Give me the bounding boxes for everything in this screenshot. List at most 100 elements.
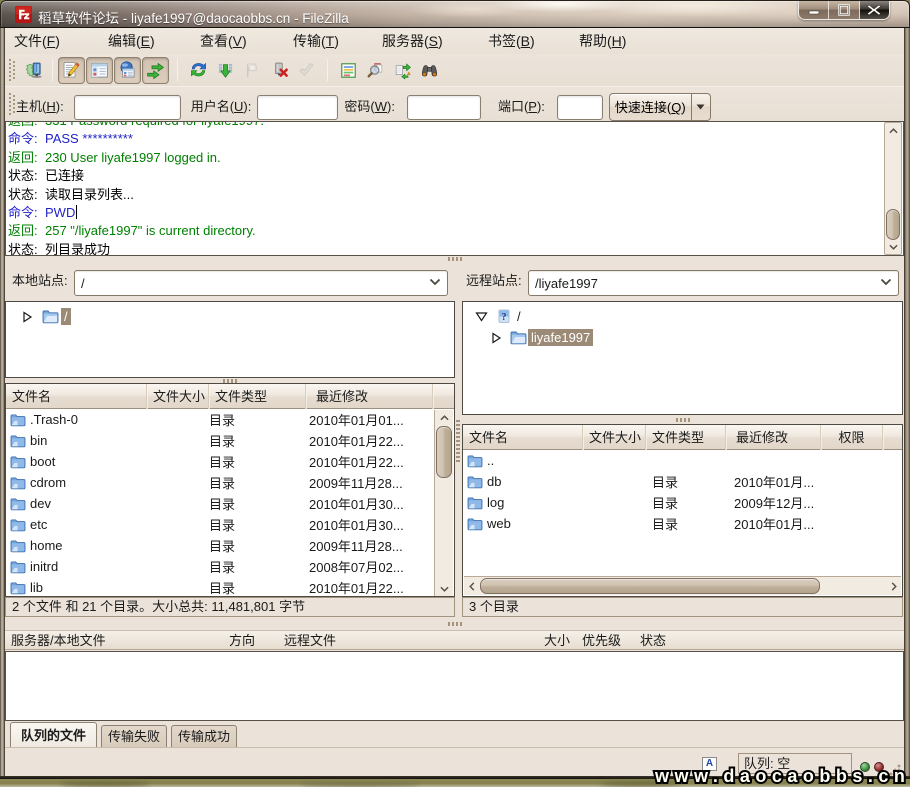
toggle-remote-tree-button[interactable] (114, 57, 141, 84)
log-scrollbar[interactable] (884, 122, 902, 255)
local-file-row[interactable]: cdrom 目录 2009年11月28... (6, 472, 433, 493)
log-scrollbar-thumb[interactable] (886, 209, 900, 240)
queue-list[interactable] (5, 651, 904, 721)
titlebar[interactable]: 稻草软件论坛 - liyafe1997@daocaobbs.cn - FileZ… (0, 0, 910, 28)
queue-tab[interactable]: 传输成功 (171, 725, 237, 747)
menu-item[interactable]: 编辑(E) (93, 28, 185, 54)
minimize-button[interactable] (799, 1, 829, 19)
remote-list-hscrollbar[interactable] (464, 576, 901, 595)
expander-collapsed-icon[interactable] (22, 311, 33, 323)
scroll-left-icon[interactable] (464, 577, 479, 595)
local-file-row[interactable]: initrd 目录 2008年07月02... (6, 556, 433, 577)
remote-tree-node-root[interactable]: / (514, 308, 524, 325)
combo-arrow-icon[interactable] (880, 278, 892, 286)
local-file-row[interactable]: lib 目录 2010年01月22... (6, 577, 433, 596)
remote-file-list[interactable]: 文件名 文件大小 文件类型 最近修改 权限 .. db (462, 424, 903, 597)
expander-collapsed-icon[interactable] (491, 332, 502, 344)
toggle-local-tree-button[interactable] (86, 57, 113, 84)
remote-splitter-grip[interactable] (676, 418, 690, 422)
directory-comparison-icon (366, 61, 385, 80)
local-file-row[interactable]: bin 目录 2010年01月22... (6, 430, 433, 451)
local-tree-row[interactable]: / (6, 306, 454, 327)
column-header-filesize[interactable]: 文件大小 (583, 425, 646, 450)
column-header-filetype[interactable]: 文件类型 (209, 384, 306, 409)
toolbar-grip[interactable] (8, 59, 16, 81)
local-list-scrollbar-thumb[interactable] (436, 426, 452, 478)
find-files-button[interactable] (416, 57, 443, 84)
column-header-modified[interactable]: 最近修改 (726, 425, 821, 450)
cancel-button[interactable] (239, 57, 266, 84)
remote-tree-row-child[interactable]: liyafe1997 (463, 327, 902, 348)
refresh-button[interactable] (185, 57, 212, 84)
local-file-row[interactable]: etc 目录 2010年01月30... (6, 514, 433, 535)
column-header-filename[interactable]: 文件名 (463, 425, 583, 450)
scroll-up-icon[interactable] (435, 410, 453, 425)
remote-file-row[interactable]: log 目录 2009年12月... (463, 492, 902, 513)
reconnect-button[interactable] (293, 57, 320, 84)
local-file-row[interactable]: home 目录 2009年11月28... (6, 535, 433, 556)
vertical-splitter-grip[interactable] (456, 420, 460, 464)
directory-comparison-button[interactable] (362, 57, 389, 84)
column-header-filetype[interactable]: 文件类型 (646, 425, 726, 450)
port-input[interactable] (557, 95, 603, 120)
local-file-row[interactable]: boot 目录 2010年01月22... (6, 451, 433, 472)
remote-file-row[interactable]: web 目录 2010年01月... (463, 513, 902, 534)
local-list-scrollbar[interactable] (434, 410, 453, 596)
scroll-right-icon[interactable] (886, 577, 901, 595)
menu-item[interactable]: 书签(B) (473, 28, 564, 54)
queue-tab[interactable]: 队列的文件 (10, 722, 97, 747)
host-input[interactable] (74, 95, 181, 120)
scroll-up-icon[interactable] (885, 123, 901, 138)
menu-item[interactable]: 帮助(H) (564, 28, 657, 54)
message-log[interactable]: 返回:331 Password required for liyafe1997.… (5, 121, 904, 256)
toggle-queue-button[interactable] (142, 57, 169, 84)
queue-tab[interactable]: 传输失败 (101, 725, 167, 747)
filter-button[interactable] (335, 57, 362, 84)
local-site-combobox[interactable]: / (74, 270, 448, 296)
expander-expanded-icon[interactable] (475, 311, 488, 322)
password-input[interactable] (407, 95, 481, 120)
remote-tree[interactable]: ? / liyafe1997 (462, 301, 903, 415)
local-tree-node-root[interactable]: / (61, 308, 71, 325)
queue-column-server-local-file[interactable]: 服务器/本地文件 (5, 631, 223, 649)
username-input[interactable] (257, 95, 338, 120)
local-tree[interactable]: / (5, 301, 455, 378)
log-splitter-grip[interactable] (448, 257, 462, 261)
column-header-filename[interactable]: 文件名 (6, 384, 147, 409)
menu-item[interactable]: 传输(T) (278, 28, 367, 54)
queue-column-size[interactable]: 大小 (530, 631, 576, 649)
local-file-list[interactable]: 文件名 文件大小 文件类型 最近修改 .Trash-0 目录 2010年01月0… (5, 383, 455, 597)
quickconnect-dropdown-button[interactable] (692, 93, 711, 121)
local-file-row[interactable]: .Trash-0 目录 2010年01月01... (6, 409, 433, 430)
site-manager-button[interactable] (20, 57, 47, 84)
toggle-message-log-button[interactable] (58, 57, 85, 84)
remote-tree-row-root[interactable]: ? / (463, 306, 902, 327)
scroll-down-icon[interactable] (885, 239, 901, 254)
disconnect-button[interactable] (266, 57, 293, 84)
queue-column-status[interactable]: 状态 (634, 631, 694, 649)
column-header-modified[interactable]: 最近修改 (306, 384, 433, 409)
process-queue-button[interactable] (212, 57, 239, 84)
remote-list-hscrollbar-thumb[interactable] (480, 578, 820, 594)
queue-column-remote-file[interactable]: 远程文件 (278, 631, 530, 649)
queue-column-priority[interactable]: 优先级 (576, 631, 634, 649)
synchronized-browsing-button[interactable] (389, 57, 416, 84)
scroll-down-icon[interactable] (435, 581, 453, 596)
combo-arrow-icon[interactable] (429, 278, 441, 286)
remote-site-combobox[interactable]: /liyafe1997 (528, 270, 899, 296)
menu-item[interactable]: 服务器(S) (367, 28, 473, 54)
remote-file-row[interactable]: .. (463, 450, 902, 471)
column-header-filesize[interactable]: 文件大小 (147, 384, 209, 409)
queue-column-direction[interactable]: 方向 (223, 631, 278, 649)
quickconnect-button[interactable]: 快速连接(Q) (609, 93, 692, 121)
queue-splitter-grip[interactable] (448, 622, 462, 626)
remote-tree-node-selected[interactable]: liyafe1997 (528, 329, 593, 346)
close-button[interactable] (860, 1, 889, 19)
quickconnect-grip[interactable] (8, 93, 16, 115)
menu-item[interactable]: 查看(V) (185, 28, 278, 54)
menu-item[interactable]: 文件(F) (0, 28, 93, 54)
local-file-row[interactable]: dev 目录 2010年01月30... (6, 493, 433, 514)
column-header-permissions[interactable]: 权限 (821, 425, 883, 450)
remote-file-row[interactable]: db 目录 2010年01月... (463, 471, 902, 492)
maximize-button[interactable] (829, 1, 859, 19)
